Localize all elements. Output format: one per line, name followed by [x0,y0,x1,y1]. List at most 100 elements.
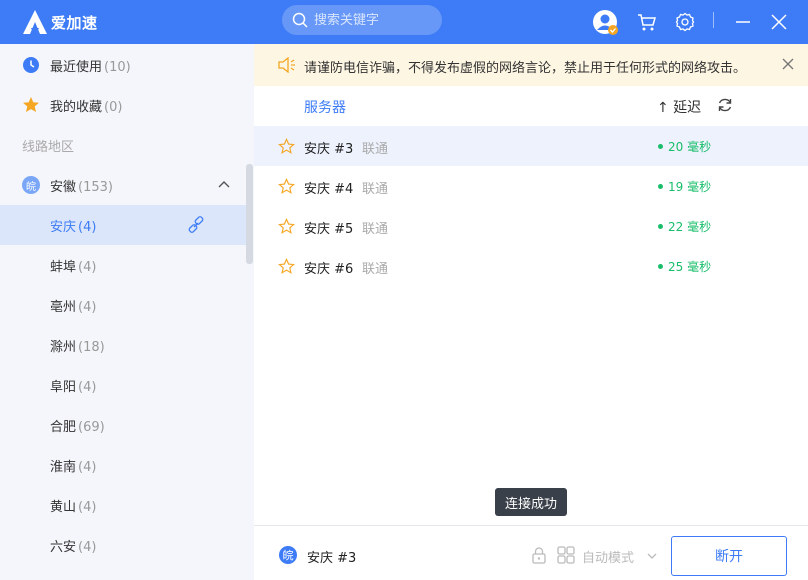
sidebar-item-label: 安徽 [50,179,77,195]
title-bar: 爱加速 [0,0,808,44]
user-avatar-icon [593,10,618,35]
chevron-down-icon[interactable] [646,550,658,562]
server-row[interactable]: 安庆 #6 联通 25 毫秒 [254,246,808,286]
app-logo: 爱加速 [22,9,98,35]
sidebar-item-label: 六安 [50,539,77,555]
sidebar-item-city[interactable]: 安庆 (4) [0,205,246,245]
sidebar-item-favorites[interactable]: 我的收藏 (0) [0,85,246,125]
minimize-icon [736,21,750,23]
notice-banner: 请谨防电信诈骗，不得发布虚假的网络言论，禁止用于任何形式的网络攻击。 [254,44,808,86]
column-header-server[interactable]: 服务器 [304,97,346,117]
sidebar-item-city[interactable]: 蚌埠 (4) [0,245,246,285]
server-isp: 联通 [362,222,389,237]
sidebar-item-province-anhui[interactable]: 皖 安徽 (153) [0,165,246,205]
status-dot [658,144,663,149]
sidebar-item-count: (4) [78,219,97,235]
server-ping: 22 毫秒 [658,218,711,235]
sidebar-item-count: (18) [78,339,105,355]
star-outline-icon[interactable] [278,138,295,155]
app-name: 爱加速 [51,13,98,32]
server-isp: 联通 [362,182,389,197]
sidebar-item-label: 我的收藏 [50,99,103,115]
server-row[interactable]: 安庆 #3 联通 20 毫秒 [254,126,808,166]
sidebar-item-label: 阜阳 [50,379,77,395]
sidebar-item-label: 淮南 [50,459,77,475]
server-row[interactable]: 安庆 #5 联通 22 毫秒 [254,206,808,246]
toast-message: 连接成功 [495,488,568,516]
server-name: 安庆 #4 [304,182,354,197]
gear-icon [675,12,695,32]
sidebar-item-recent[interactable]: 最近使用 (10) [0,45,246,85]
notice-text: 请谨防电信诈骗，不得发布虚假的网络言论，禁止用于任何形式的网络攻击。 [304,61,747,76]
sort-latency-button[interactable]: ↑ 延迟 [657,97,701,117]
sidebar-item-city[interactable]: 阜阳 (4) [0,365,246,405]
sidebar-item-city[interactable]: 亳州 (4) [0,285,246,325]
province-badge: 皖 [22,176,40,194]
server-ping: 25 毫秒 [658,258,711,275]
search-icon [292,12,308,28]
mode-select[interactable]: 自动模式 [582,547,634,566]
section-label-regions: 线路地区 [22,139,75,155]
sidebar-item-label: 最近使用 [50,59,103,75]
sidebar-item-count: (4) [78,299,97,315]
star-outline-icon[interactable] [278,258,295,275]
sidebar-item-city[interactable]: 合肥 (69) [0,405,246,445]
sidebar-item-label: 滁州 [50,339,77,355]
star-outline-icon[interactable] [278,218,295,235]
sidebar-item-label: 合肥 [50,419,77,435]
sidebar-item-label: 黄山 [50,499,77,515]
sidebar-item-count: (4) [78,459,97,475]
star-outline-icon[interactable] [278,178,295,195]
star-filled-icon [22,96,40,114]
server-ping: 19 毫秒 [658,178,711,195]
server-list-header: 服务器 ↑ 延迟 [254,86,808,126]
connection-bar: 皖 安庆 #3 自动模式 断开 [254,525,808,580]
sidebar-item-label: 亳州 [50,299,77,315]
clock-icon [22,56,40,74]
close-window-button[interactable] [765,8,793,36]
sidebar-item-city[interactable]: 黄山 (4) [0,485,246,525]
close-icon[interactable] [782,58,794,70]
sidebar-item-count: (4) [78,259,97,275]
user-avatar-button[interactable] [591,8,619,36]
server-isp: 联通 [362,142,389,157]
sidebar: 最近使用 (10) 我的收藏 (0) 线路地区 皖 安徽 (153) 安庆 (4) 蚌埠… [0,44,254,580]
server-name: 安庆 #6 [304,262,354,277]
minimize-button[interactable] [729,8,757,36]
sidebar-item-label: 安庆 [50,219,77,235]
server-name: 安庆 #5 [304,222,354,237]
cart-icon [638,14,656,31]
speaker-icon [278,57,295,73]
server-isp: 联通 [362,262,389,277]
province-badge: 皖 [279,546,297,564]
current-server-name: 安庆 #3 [307,551,357,566]
sidebar-item-count: (4) [78,539,97,555]
sidebar-item-city[interactable]: 滁州 (18) [0,325,246,365]
sidebar-item-city[interactable]: 六安 (4) [0,525,246,565]
sidebar-item-count: (4) [78,499,97,515]
status-dot [658,224,663,229]
main-panel: 请谨防电信诈骗，不得发布虚假的网络言论，禁止用于任何形式的网络攻击。 服务器 ↑… [254,44,808,580]
server-ping: 20 毫秒 [658,138,711,155]
link-icon[interactable] [187,216,205,234]
refresh-icon[interactable] [717,97,733,113]
sidebar-item-count: (10) [104,59,131,75]
sidebar-item-count: (153) [78,179,113,195]
status-dot [658,264,663,269]
cart-button[interactable] [633,8,661,36]
search-box[interactable] [282,5,442,35]
sidebar-item-count: (69) [78,419,105,435]
server-name: 安庆 #3 [304,142,354,157]
disconnect-button[interactable]: 断开 [671,536,787,576]
sidebar-item-city[interactable]: 淮南 (4) [0,445,246,485]
sidebar-scrollbar[interactable] [246,164,253,264]
lock-icon[interactable] [530,546,548,564]
settings-button[interactable] [671,8,699,36]
titlebar-separator [713,12,714,28]
grid-icon[interactable] [557,546,575,564]
sidebar-item-label: 蚌埠 [50,259,77,275]
search-input[interactable] [314,12,434,28]
server-row[interactable]: 安庆 #4 联通 19 毫秒 [254,166,808,206]
close-icon [771,14,787,30]
chevron-up-icon[interactable] [217,178,231,192]
